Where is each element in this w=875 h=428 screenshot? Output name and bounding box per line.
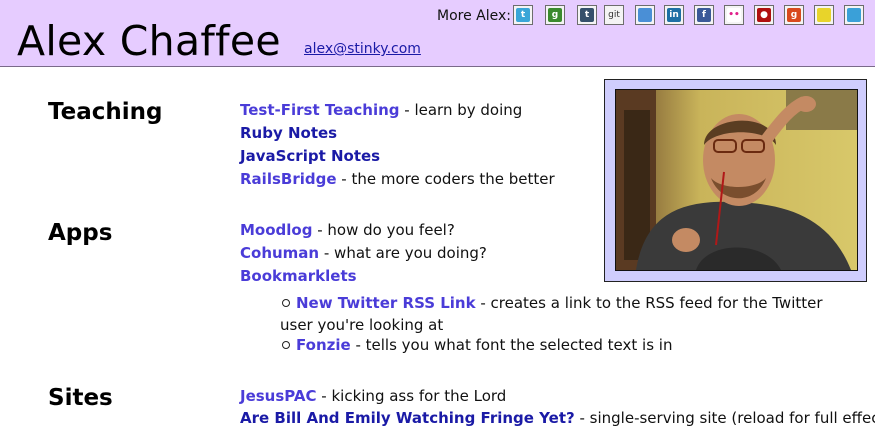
- list-item: JavaScript Notes: [240, 146, 380, 166]
- bullet-icon: [282, 299, 290, 307]
- fonzie-link[interactable]: Fonzie: [296, 336, 351, 354]
- test-first-teaching-link[interactable]: Test-First Teaching: [240, 101, 400, 119]
- lastfm-icon[interactable]: ●: [754, 5, 774, 25]
- feed-icon[interactable]: [844, 5, 864, 25]
- google-reader-icon[interactable]: g: [784, 5, 804, 25]
- sub-list-item: New Twitter RSS Link - creates a link to…: [280, 292, 840, 336]
- ruby-notes-link[interactable]: Ruby Notes: [240, 124, 337, 142]
- cohuman-link[interactable]: Cohuman: [240, 244, 319, 262]
- slideshare-icon[interactable]: [814, 5, 834, 25]
- photo-frame: [604, 79, 867, 282]
- email-link[interactable]: alex@stinky.com: [304, 41, 421, 57]
- section-heading-apps: Apps: [48, 220, 113, 246]
- delicious-icon[interactable]: [635, 5, 655, 25]
- item-description: - single-serving site (reload for full e…: [574, 409, 875, 427]
- section-heading-teaching: Teaching: [48, 99, 163, 125]
- list-item: Bookmarklets: [240, 266, 357, 286]
- new-twitter-rss-link[interactable]: New Twitter RSS Link: [296, 294, 476, 312]
- jesuspac-link[interactable]: JesusPAC: [240, 387, 317, 405]
- list-item: Ruby Notes: [240, 123, 337, 143]
- profile-photo-image: [616, 90, 857, 270]
- list-item: Moodlog - how do you feel?: [240, 220, 455, 240]
- list-item: Are Bill And Emily Watching Fringe Yet? …: [240, 408, 875, 428]
- fringe-site-link[interactable]: Are Bill And Emily Watching Fringe Yet?: [240, 409, 575, 427]
- item-description: - learn by doing: [399, 101, 523, 119]
- bullet-icon: [282, 341, 290, 349]
- more-alex-label: More Alex:: [437, 8, 511, 24]
- list-item: Test-First Teaching - learn by doing: [240, 100, 522, 120]
- moodlog-link[interactable]: Moodlog: [240, 221, 312, 239]
- item-description: - how do you feel?: [312, 221, 455, 239]
- item-description: - kicking ass for the Lord: [316, 387, 507, 405]
- facebook-icon[interactable]: f: [694, 5, 714, 25]
- site-title: Alex Chaffee: [17, 17, 281, 65]
- item-description: - what are you doing?: [319, 244, 487, 262]
- site-header: Alex Chaffee alex@stinky.com More Alex: …: [0, 0, 875, 67]
- flickr-icon[interactable]: ••: [724, 5, 744, 25]
- javascript-notes-link[interactable]: JavaScript Notes: [240, 147, 380, 165]
- linkedin-icon[interactable]: in: [664, 5, 684, 25]
- bookmarklets-link[interactable]: Bookmarklets: [240, 267, 357, 285]
- list-item: RailsBridge - the more coders the better: [240, 169, 555, 189]
- railsbridge-link[interactable]: RailsBridge: [240, 170, 337, 188]
- section-heading-sites: Sites: [48, 385, 113, 411]
- item-description: - the more coders the better: [336, 170, 555, 188]
- twitter-icon[interactable]: t: [513, 5, 533, 25]
- profile-photo: [615, 89, 858, 271]
- tumblr-icon[interactable]: t: [577, 5, 597, 25]
- github-icon[interactable]: git: [604, 5, 624, 25]
- list-item: JesusPAC - kicking ass for the Lord: [240, 386, 506, 406]
- google-profile-icon[interactable]: g: [545, 5, 565, 25]
- item-description: - tells you what font the selected text …: [350, 336, 673, 354]
- sub-list-item: Fonzie - tells you what font the selecte…: [280, 334, 840, 356]
- list-item: Cohuman - what are you doing?: [240, 243, 487, 263]
